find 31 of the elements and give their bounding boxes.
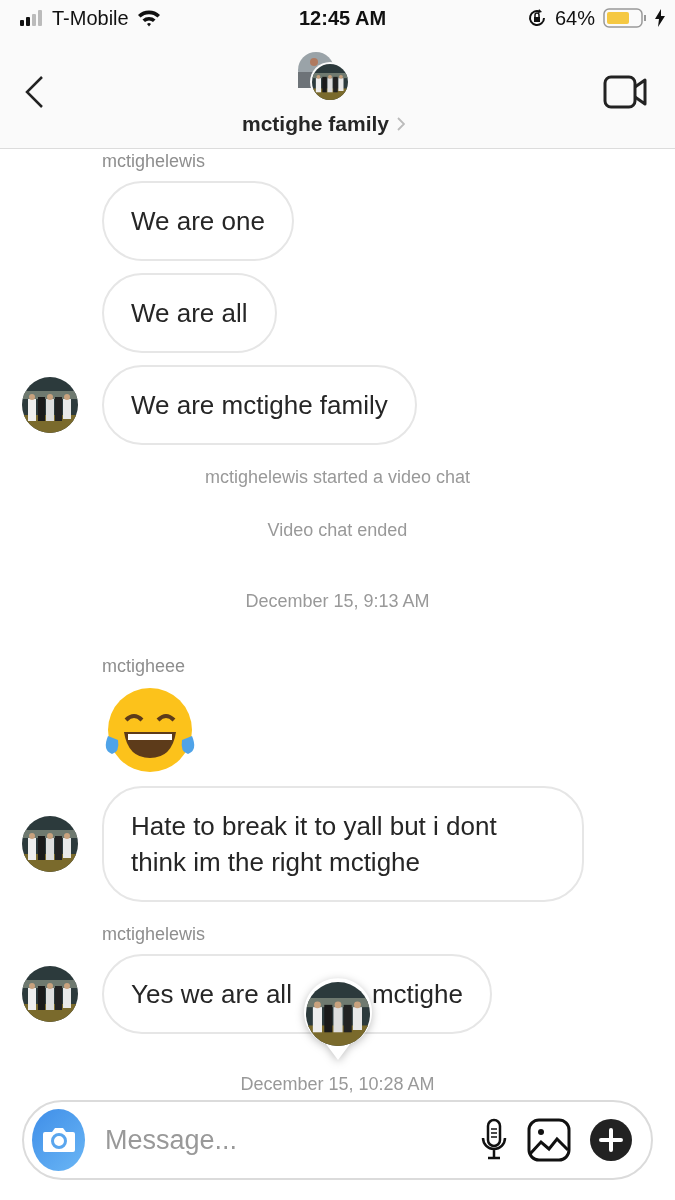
battery-icon [603, 8, 647, 28]
camera-icon [41, 1126, 76, 1154]
message-text: We are mctighe family [131, 389, 388, 422]
message-text: We are all [131, 297, 248, 330]
message-text: We are one [131, 205, 265, 238]
microphone-button[interactable] [479, 1118, 509, 1162]
chat-event: Video chat ended [267, 520, 408, 541]
sender-name: mctighelewis [102, 924, 206, 944]
timestamp: December 15, 9:13 AM [245, 591, 430, 612]
chevron-icon [397, 117, 405, 131]
add-button[interactable] [589, 1118, 633, 1162]
charging-icon [655, 9, 665, 27]
message-text: Yes we are all [131, 978, 292, 1011]
group-avatar[interactable] [297, 52, 350, 102]
back-button[interactable] [24, 75, 44, 109]
carrier-name: T-Mobile [52, 6, 129, 30]
message-text: Hate to break it to yall but i dont think im the right mctighe [131, 810, 498, 879]
gallery-button[interactable] [527, 1118, 571, 1162]
rotation-lock-icon [527, 8, 547, 28]
video-call-button[interactable] [603, 75, 647, 109]
camera-button[interactable] [32, 1109, 85, 1171]
clock-time: 12:45 AM [298, 6, 387, 30]
wifi-icon [136, 9, 161, 27]
sender-name: mctigheee [102, 656, 186, 676]
signal-icon [20, 10, 44, 26]
sender-name: mctighelewis [102, 151, 206, 171]
battery-percent: 64% [555, 6, 595, 30]
message-text: mctighe [371, 978, 463, 1011]
chat-event: mctighelewis started a video chat [204, 467, 471, 488]
timestamp: December 15, 10:28 AM [240, 1074, 435, 1095]
conversation-title[interactable]: mctighe family [241, 112, 389, 136]
